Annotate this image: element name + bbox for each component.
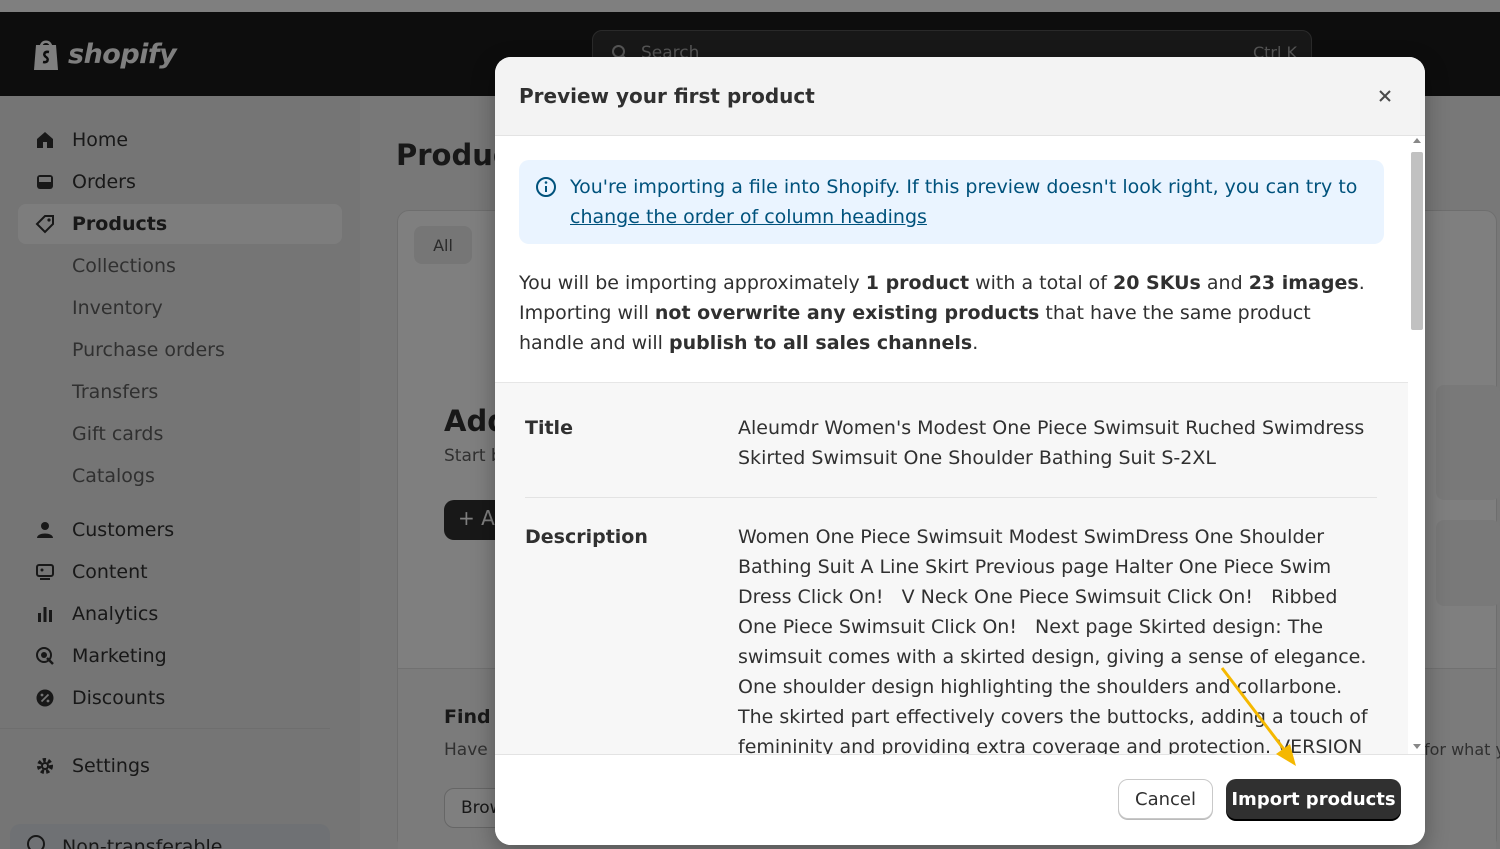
import-summary: You will be importing approximately 1 pr… bbox=[519, 268, 1379, 358]
summary-text: . bbox=[972, 332, 979, 354]
scroll-down-arrow[interactable] bbox=[1413, 744, 1421, 749]
modal-scrollbar[interactable] bbox=[1408, 136, 1425, 754]
title-field-label: Title bbox=[525, 417, 573, 439]
modal-footer: Cancel Import products bbox=[495, 754, 1425, 845]
change-column-order-link[interactable]: change the order of column headings bbox=[570, 206, 927, 228]
banner-message: You're importing a file into Shopify. If… bbox=[570, 172, 1370, 232]
import-products-button[interactable]: Import products bbox=[1226, 779, 1401, 819]
row-divider bbox=[525, 497, 1377, 498]
close-icon bbox=[1379, 90, 1391, 102]
summary-image-count: 23 images bbox=[1248, 272, 1359, 294]
close-button[interactable] bbox=[1373, 84, 1397, 108]
info-banner: You're importing a file into Shopify. If… bbox=[519, 160, 1384, 244]
banner-text: You're importing a file into Shopify. If… bbox=[570, 176, 1358, 198]
product-preview-table: Title Aleumdr Women's Modest One Piece S… bbox=[495, 382, 1408, 754]
modal-body: You're importing a file into Shopify. If… bbox=[495, 136, 1408, 754]
description-field-label: Description bbox=[525, 526, 648, 548]
summary-sku-count: 20 SKUs bbox=[1113, 272, 1201, 294]
summary-publish: publish to all sales channels bbox=[669, 332, 973, 354]
scroll-up-arrow[interactable] bbox=[1413, 138, 1421, 143]
summary-text: and bbox=[1200, 272, 1249, 294]
modal-title: Preview your first product bbox=[519, 84, 815, 108]
summary-text: with a total of bbox=[969, 272, 1113, 294]
summary-product-count: 1 product bbox=[865, 272, 970, 294]
cancel-button[interactable]: Cancel bbox=[1118, 779, 1213, 819]
modal-header: Preview your first product bbox=[495, 57, 1425, 136]
info-circle-icon bbox=[536, 177, 556, 197]
title-field-value: Aleumdr Women's Modest One Piece Swimsui… bbox=[738, 417, 1365, 469]
summary-no-overwrite: not overwrite any existing products bbox=[654, 302, 1040, 324]
scrollbar-thumb[interactable] bbox=[1411, 152, 1423, 330]
summary-text: You will be importing approximately bbox=[519, 272, 866, 294]
description-field-value: Women One Piece Swimsuit Modest SwimDres… bbox=[738, 526, 1368, 754]
preview-product-modal: Preview your first product You're import… bbox=[495, 57, 1425, 845]
